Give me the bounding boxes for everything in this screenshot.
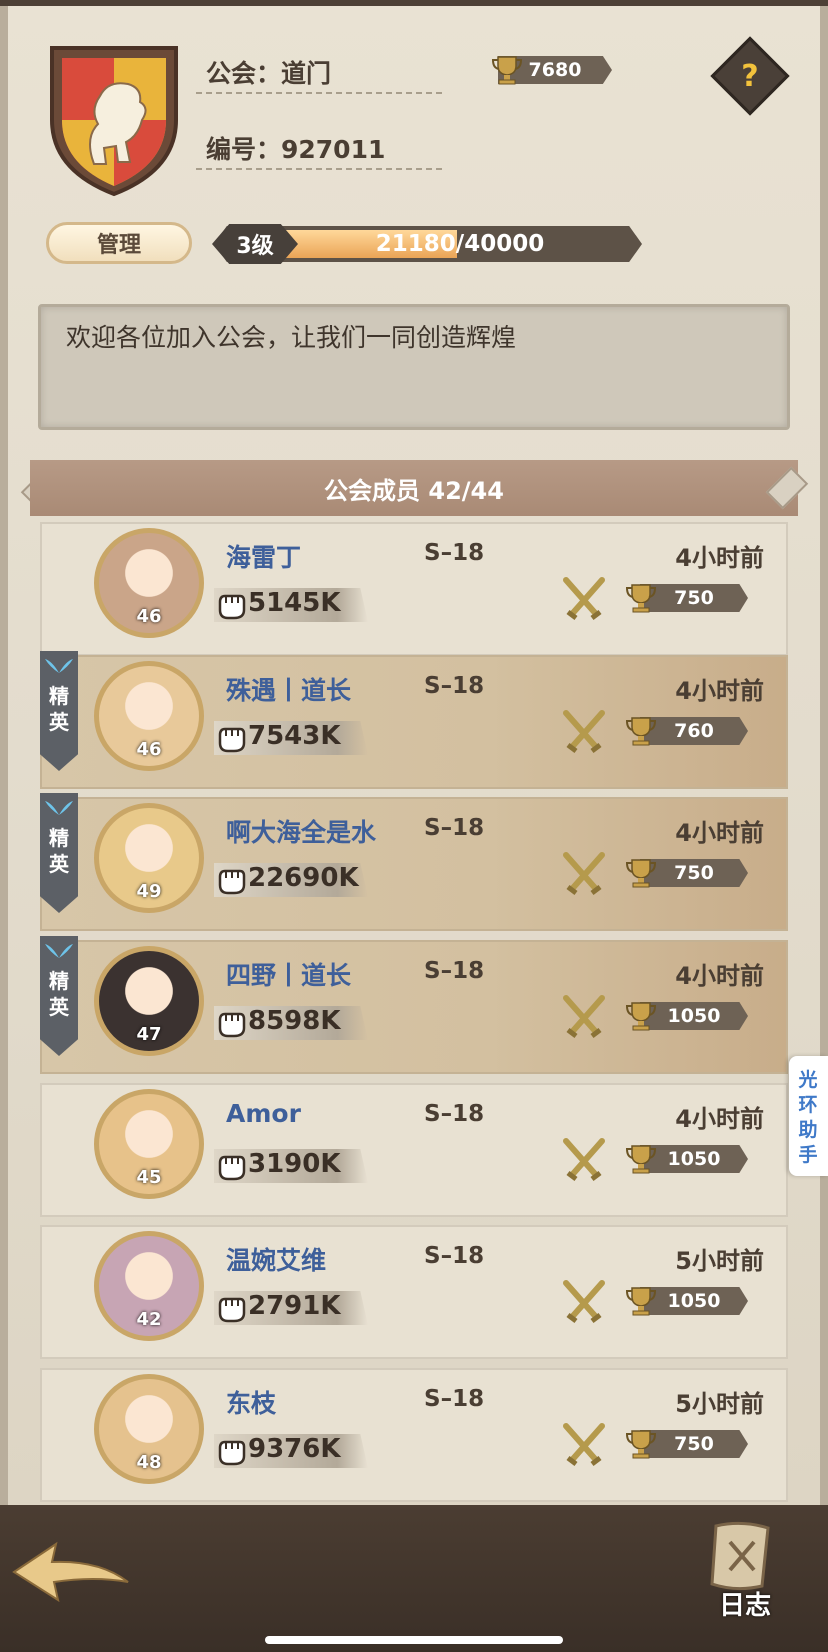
fist-power-icon xyxy=(218,869,246,895)
fist-power-icon xyxy=(218,1012,246,1038)
member-name: 东枝 xyxy=(226,1389,277,1418)
member-name: 温婉艾维 xyxy=(226,1246,327,1275)
help-icon[interactable]: ? xyxy=(722,48,778,104)
elite-label: 精英 xyxy=(49,826,69,876)
divider xyxy=(196,92,442,94)
wings-icon xyxy=(45,659,73,673)
divider xyxy=(196,168,442,170)
crossed-swords-icon[interactable] xyxy=(560,1135,608,1183)
log-button-label[interactable]: 日志 xyxy=(700,1585,790,1622)
crossed-swords-icon[interactable] xyxy=(560,707,608,755)
member-trophies: 1050 xyxy=(667,1148,721,1170)
member-last-online: 5小时前 xyxy=(675,1247,764,1275)
crossed-swords-icon[interactable] xyxy=(560,1420,608,1468)
trophy-icon xyxy=(491,56,523,85)
member-last-online: 4小时前 xyxy=(675,544,764,572)
member-power: 9376K xyxy=(248,1434,341,1464)
member-server: S–18 xyxy=(424,815,485,841)
member-power: 5145K xyxy=(248,588,341,618)
top-strip xyxy=(0,0,828,6)
trophy-icon xyxy=(625,584,657,613)
fist-power-icon xyxy=(218,1297,246,1323)
member-power: 22690K xyxy=(248,863,359,893)
crossed-swords-icon[interactable] xyxy=(560,849,608,897)
members-header: 公会成员 42/44 xyxy=(30,460,798,516)
member-level: 49 xyxy=(136,881,162,902)
member-server: S–18 xyxy=(424,673,485,699)
member-level: 46 xyxy=(136,739,162,760)
guild-level-tag: 3级 xyxy=(212,224,298,264)
guild-trophy-count: 7680 xyxy=(528,59,582,81)
member-name: 殊遇丨道长 xyxy=(226,676,352,705)
trophy-icon xyxy=(625,1002,657,1031)
crossed-swords-icon[interactable] xyxy=(560,1277,608,1325)
member-server: S–18 xyxy=(424,540,485,566)
member-level: 48 xyxy=(136,1452,162,1473)
guild-emblem-shield-icon xyxy=(50,46,178,197)
member-name: 啊大海全是水 xyxy=(226,818,377,847)
guild-notice-text: 欢迎各位加入公会，让我们一同创造辉煌 xyxy=(66,323,517,352)
member-power: 7543K xyxy=(248,721,341,751)
trophy-icon xyxy=(625,717,657,746)
wings-icon xyxy=(45,801,73,815)
member-last-online: 4小时前 xyxy=(675,819,764,847)
member-last-online: 4小时前 xyxy=(675,677,764,705)
member-last-online: 4小时前 xyxy=(675,962,764,990)
fist-power-icon xyxy=(218,1440,246,1466)
manage-button[interactable]: 管理 xyxy=(46,222,192,264)
member-level: 42 xyxy=(136,1309,162,1330)
member-power: 2791K xyxy=(248,1291,341,1321)
member-last-online: 4小时前 xyxy=(675,1105,764,1133)
elite-label: 精英 xyxy=(49,969,69,1019)
member-server: S–18 xyxy=(424,1101,485,1127)
member-power: 3190K xyxy=(248,1149,341,1179)
member-name: 四野丨道长 xyxy=(226,961,352,990)
fist-power-icon xyxy=(218,594,246,620)
member-trophies: 750 xyxy=(674,862,714,884)
trophy-icon xyxy=(625,1430,657,1459)
guild-name: 公会：道门 xyxy=(206,59,332,88)
guild-id: 编号：927011 xyxy=(206,135,386,164)
home-indicator xyxy=(265,1636,563,1644)
member-server: S–18 xyxy=(424,958,485,984)
trophy-icon xyxy=(625,859,657,888)
fist-power-icon xyxy=(218,1155,246,1181)
elite-label: 精英 xyxy=(49,684,69,734)
member-last-online: 5小时前 xyxy=(675,1390,764,1418)
member-server: S–18 xyxy=(424,1243,485,1269)
member-level: 47 xyxy=(136,1024,162,1045)
fist-power-icon xyxy=(218,727,246,753)
crossed-swords-icon[interactable] xyxy=(560,992,608,1040)
member-name: 海雷丁 xyxy=(226,543,302,572)
member-server: S–18 xyxy=(424,1386,485,1412)
trophy-icon xyxy=(625,1145,657,1174)
member-trophies: 1050 xyxy=(667,1290,721,1312)
member-level: 46 xyxy=(136,606,162,627)
member-trophies: 1050 xyxy=(667,1005,721,1027)
crossed-swords-icon[interactable] xyxy=(560,574,608,622)
member-trophies: 760 xyxy=(674,720,714,742)
log-scroll-icon[interactable] xyxy=(702,1520,782,1594)
wings-icon xyxy=(45,944,73,958)
member-trophies: 750 xyxy=(674,587,714,609)
member-level: 45 xyxy=(136,1167,162,1188)
back-arrow-icon[interactable] xyxy=(10,1538,132,1606)
side-helper-label[interactable]: 光环助手 xyxy=(795,1068,821,1168)
trophy-icon xyxy=(625,1287,657,1316)
member-trophies: 750 xyxy=(674,1433,714,1455)
member-power: 8598K xyxy=(248,1006,341,1036)
guild-exp-text: 21180/40000 xyxy=(375,231,545,257)
member-name: Amor xyxy=(226,1099,301,1128)
